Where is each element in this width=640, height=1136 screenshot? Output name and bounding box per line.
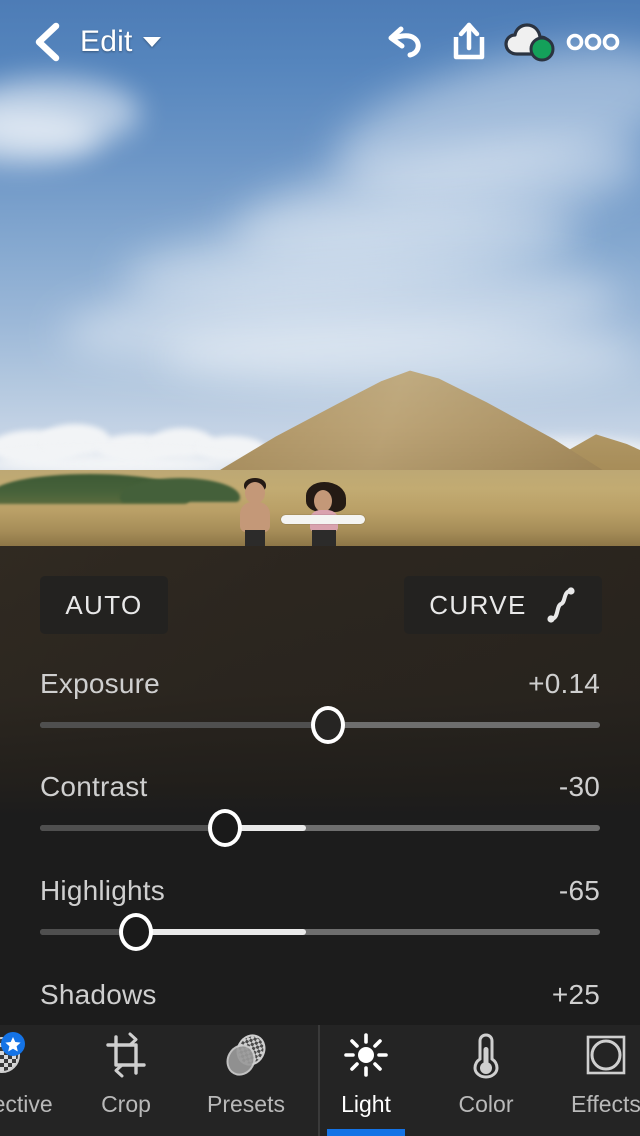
more-options-icon [566,33,620,51]
undo-button[interactable] [376,14,438,70]
tab-effects-label: Effects [571,1091,640,1117]
curve-button[interactable]: CURVE [404,576,602,634]
back-button[interactable] [18,14,74,70]
tab-selective[interactable]: Selective [0,1025,66,1136]
track-fill [136,929,306,935]
undo-arrow-icon [388,26,421,58]
tab-color[interactable]: Color [426,1025,546,1136]
slider-highlights-knob[interactable] [119,913,154,951]
top-toolbar: Edit [0,0,640,84]
tone-curve-icon [545,586,577,624]
light-sun-icon [341,1025,391,1083]
slider-contrast-track[interactable] [40,809,600,847]
cloud-sync-icon [504,23,555,62]
slider-exposure-label: Exposure [40,668,160,699]
presets-icon [221,1025,271,1083]
slider-contrast-label: Contrast [40,771,148,802]
slider-contrast: Contrast -30 [0,767,640,847]
chevron-left-icon [35,22,60,62]
more-options-button[interactable] [562,14,624,70]
slider-contrast-value: -30 [558,771,600,802]
slider-contrast-knob[interactable] [207,809,242,847]
slider-highlights-header: Highlights -65 [0,871,640,911]
tab-presets-label: Presets [207,1091,285,1117]
slider-exposure: Exposure +0.14 [0,664,640,744]
effects-icon [582,1025,630,1083]
slider-shadows-value: +25 [551,979,600,1010]
bottom-tab-bar: Selective Crop [0,1025,640,1136]
slider-exposure-value: +0.14 [528,668,600,699]
light-adjustments-panel: AUTO CURVE Exposure +0.14 Contrast -30 H… [0,546,640,1025]
tab-effects[interactable]: Effects [546,1025,640,1136]
tab-light-label: Light [341,1091,391,1117]
slider-highlights-track[interactable] [40,913,600,951]
panel-content: AUTO CURVE Exposure +0.14 Contrast -30 H… [0,546,640,1025]
active-tab-indicator [327,1129,405,1136]
auto-button[interactable]: AUTO [40,576,168,634]
slider-highlights-value: -65 [558,875,600,906]
slider-shadows-label: Shadows [40,979,157,1010]
tab-bar-scroll-strip[interactable]: Selective Crop [0,1025,640,1136]
slider-value-line-overlay [281,515,365,524]
tab-selective-label: Selective [0,1091,53,1117]
curve-button-label: CURVE [429,589,527,620]
tab-color-label: Color [458,1091,514,1117]
top-toolbar-left: Edit [0,14,161,70]
tab-crop-label: Crop [101,1091,151,1117]
slider-shadows: Shadows +25 [0,975,640,1015]
color-thermometer-icon [464,1025,508,1083]
slider-highlights-label: Highlights [40,875,165,906]
top-toolbar-right [376,14,624,70]
track-dim [40,722,329,728]
app-screen: Edit AUTO CURVE Exposure +0.14 Contrast … [0,0,640,1136]
tab-crop[interactable]: Crop [66,1025,186,1136]
selective-icon [0,1025,32,1083]
auto-button-label: AUTO [65,589,143,620]
slider-exposure-knob[interactable] [311,706,346,744]
slider-exposure-header: Exposure +0.14 [0,664,640,704]
chevron-down-icon [142,37,161,47]
slider-highlights: Highlights -65 [0,871,640,951]
crop-icon [102,1025,150,1083]
slider-shadows-header: Shadows +25 [0,975,640,1015]
person-right [300,482,352,546]
tab-light[interactable]: Light [306,1025,426,1136]
tab-presets[interactable]: Presets [186,1025,306,1136]
person-left [232,478,278,546]
cloud-sync-button[interactable] [500,14,562,70]
track-dim [40,825,225,831]
share-button[interactable] [438,14,500,70]
share-export-icon [453,22,485,60]
panel-action-row: AUTO CURVE [0,576,640,634]
slider-contrast-header: Contrast -30 [0,767,640,807]
edit-title-dropdown[interactable]: Edit [80,25,161,59]
slider-exposure-track[interactable] [40,706,600,744]
page-title: Edit [80,25,133,58]
